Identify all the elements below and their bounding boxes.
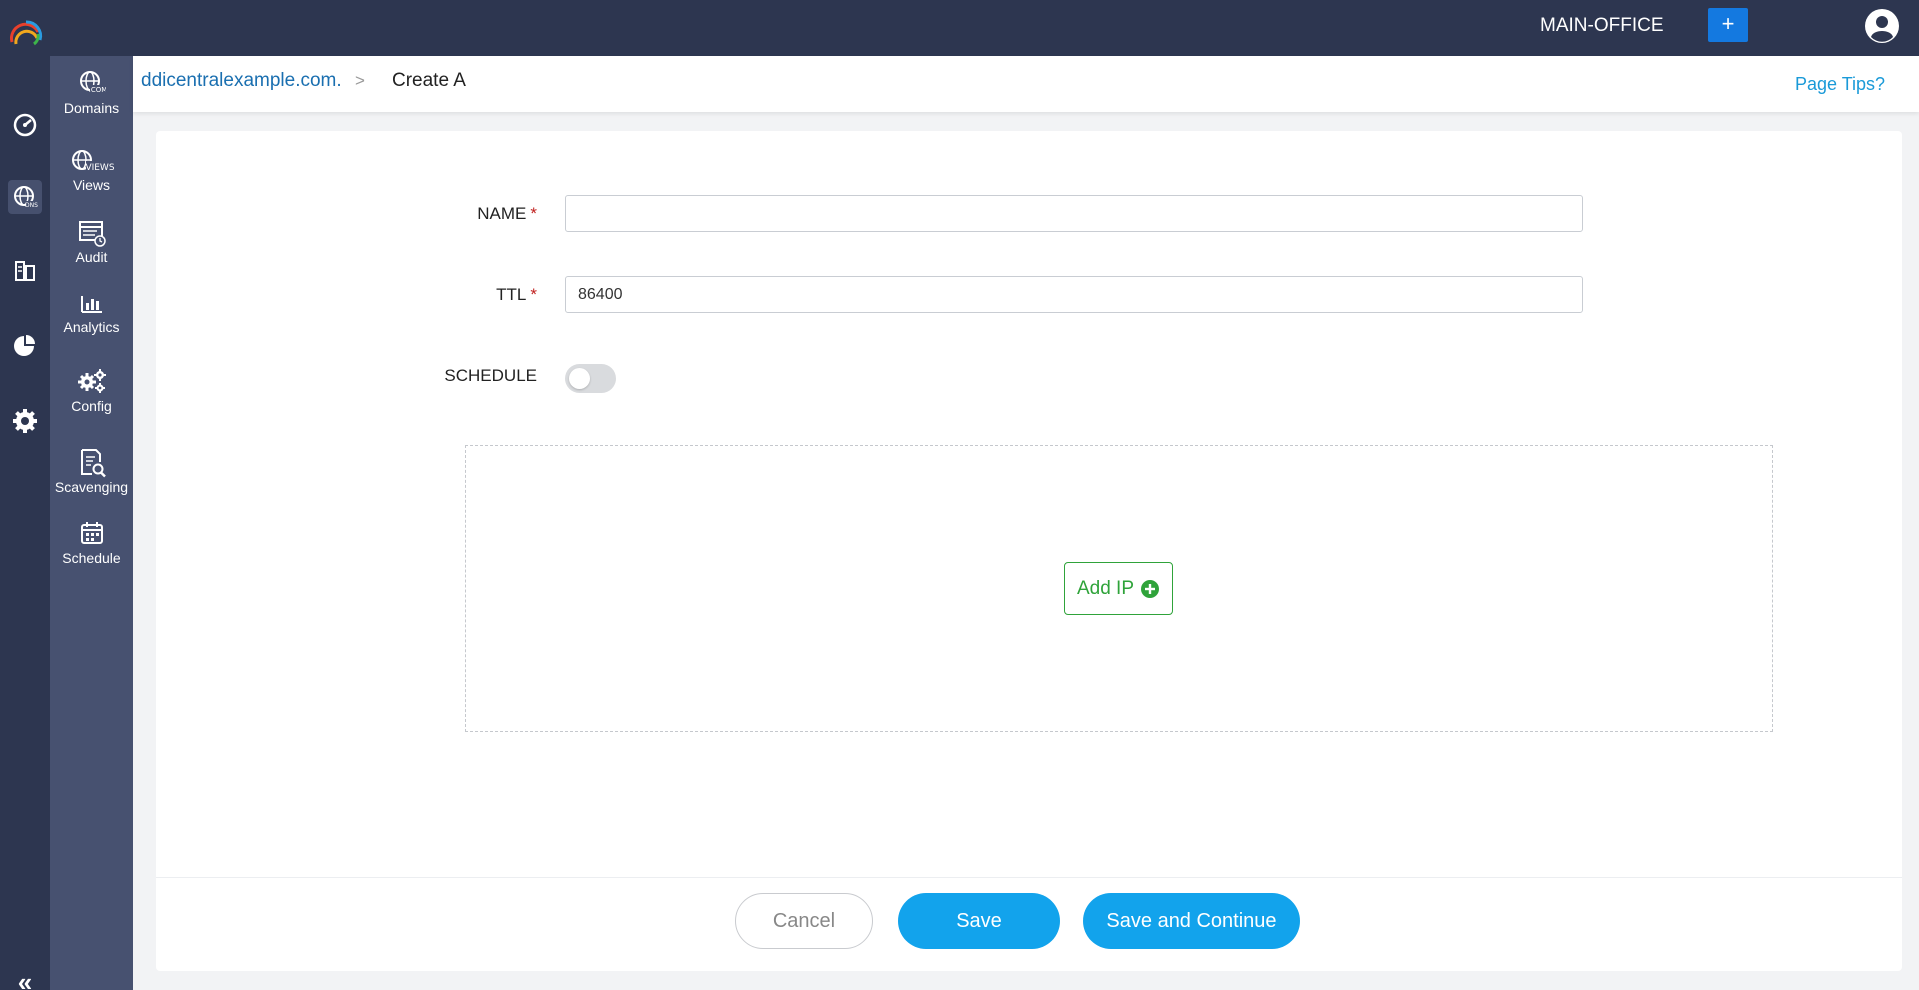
sidebar-item-label: Analytics [63,319,120,335]
ip-address-area: Add IP [465,445,1773,732]
plus-circle-icon [1141,579,1160,598]
sidebar-item-label: Views [72,177,111,193]
dashboard-icon[interactable] [8,107,42,141]
dns-subnav: .COM Domains VIEWS Views Audit Analytics… [50,56,133,990]
top-bar: MAIN-OFFICE + [0,0,1919,56]
save-button[interactable]: Save [898,893,1060,949]
primary-rail: DNS « [0,56,50,990]
sidebar-item-domains[interactable]: .COM Domains [50,70,133,132]
scavenging-icon [80,449,106,478]
audit-icon [78,221,106,247]
office-selector[interactable]: MAIN-OFFICE [1540,14,1664,38]
sidebar-item-audit[interactable]: Audit [50,220,133,282]
views-icon: VIEWS [71,150,114,173]
required-marker: * [530,285,537,304]
create-record-card: NAME* TTL* SCHEDULE Add IP Cancel Save S… [156,131,1902,971]
sidebar-item-analytics[interactable]: Analytics [50,293,133,355]
sidebar-item-views[interactable]: VIEWS Views [50,149,133,211]
schedule-icon [80,522,103,544]
collapse-sidebar-icon[interactable]: « [10,962,40,990]
config-icon [77,369,106,393]
analytics-icon [80,296,102,313]
page-title: Create A [392,70,466,91]
sidebar-item-label: Schedule [62,550,121,566]
add-ip-button[interactable]: Add IP [1064,562,1173,615]
required-marker: * [530,204,537,223]
breadcrumb-domain-link[interactable]: ddicentralexample.com. [141,70,342,92]
name-label: NAME * [477,204,537,223]
sidebar-item-scavenging[interactable]: Scavenging [50,448,133,510]
schedule-label: SCHEDULE [444,366,537,385]
add-ip-label: Add IP [1076,577,1135,599]
sidebar-item-label: Config [71,398,112,414]
app-logo-icon[interactable] [4,14,46,56]
sidebar-item-config[interactable]: Config [50,368,133,430]
breadcrumb-separator: > [355,71,365,90]
svg-text:.COM: .COM [88,86,105,94]
form-actions: Cancel Save Save and Continue [156,877,1902,971]
svg-text:VIEWS: VIEWS [85,163,114,173]
add-button[interactable]: + [1708,8,1748,42]
sidebar-item-label: Scavenging [54,479,129,495]
ttl-input[interactable] [565,276,1583,313]
page-tips-link[interactable]: Page Tips? [1795,74,1885,95]
cancel-button[interactable]: Cancel [735,893,873,949]
settings-icon[interactable] [8,404,42,438]
save-and-continue-button[interactable]: Save and Continue [1083,893,1300,949]
domains-icon: .COM [79,71,106,94]
reports-icon[interactable] [8,329,42,363]
sidebar-item-schedule[interactable]: Schedule [50,520,133,582]
ttl-label: TTL * [496,285,537,304]
svg-text:DNS: DNS [25,202,38,209]
sidebar-item-label: Audit [75,249,108,265]
name-input[interactable] [565,195,1583,232]
schedule-toggle[interactable] [565,364,616,393]
sidebar-item-label: Domains [63,100,120,116]
user-account-icon[interactable] [1864,8,1900,44]
dns-globe-icon[interactable]: DNS [8,180,42,214]
breadcrumb: ddicentralexample.com. > Create A Page T… [133,56,1919,112]
toggle-knob [569,368,590,389]
ipam-icon[interactable] [8,254,42,288]
